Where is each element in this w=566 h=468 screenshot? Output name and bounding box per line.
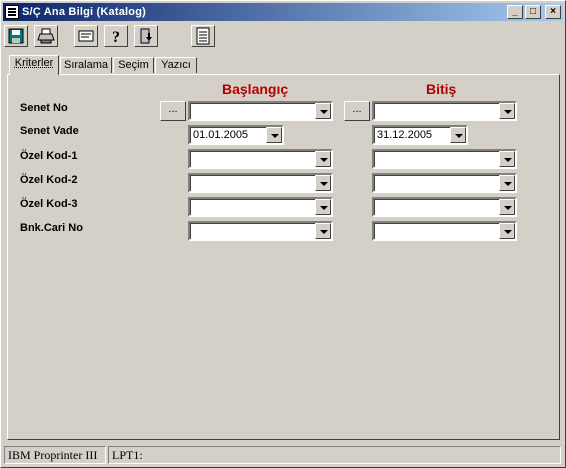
main-window: S/Ç Ana Bilgi (Katalog) _ □ × ? Kriterle… [0, 0, 566, 468]
date-value: 01.01.2005 [193, 129, 249, 141]
document-list-button[interactable] [191, 25, 215, 47]
column-header-end: Bitiş [426, 81, 457, 97]
label-ozel-kod-2: Özel Kod-2 [20, 174, 78, 186]
app-icon [5, 5, 19, 19]
chevron-down-icon[interactable] [266, 127, 282, 143]
title-bar[interactable]: S/Ç Ana Bilgi (Katalog) _ □ × [3, 3, 563, 21]
senet-vade-end-date-picker[interactable]: 31.12.2005 [372, 125, 468, 145]
toolbar: ? [3, 23, 563, 51]
window-title: S/Ç Ana Bilgi (Katalog) [22, 6, 146, 18]
printer-icon [37, 28, 55, 44]
chevron-down-icon[interactable] [450, 127, 466, 143]
chevron-down-icon[interactable] [315, 175, 331, 191]
ozel-kod-2-start-combo[interactable] [188, 173, 333, 193]
bnk-cari-no-start-combo[interactable] [188, 221, 333, 241]
close-button[interactable]: × [545, 5, 561, 19]
bnk-cari-no-end-combo[interactable] [372, 221, 517, 241]
senet-no-end-lookup-button[interactable]: ... [344, 101, 370, 121]
tab-siralama[interactable]: Sıralama [60, 57, 112, 73]
status-port: LPT1: [108, 446, 561, 464]
help-button[interactable]: ? [104, 25, 128, 47]
chevron-down-icon[interactable] [315, 199, 331, 215]
chevron-down-icon[interactable] [499, 199, 515, 215]
label-senet-no: Senet No [20, 102, 68, 114]
label-bnk-cari-no: Bnk.Cari No [20, 222, 83, 234]
senet-no-end-combo[interactable] [372, 101, 517, 121]
svg-text:?: ? [112, 29, 120, 44]
ozel-kod-1-end-combo[interactable] [372, 149, 517, 169]
date-value: 31.12.2005 [377, 129, 433, 141]
document-list-icon [196, 27, 210, 45]
maximize-button[interactable]: □ [525, 5, 541, 19]
senet-vade-start-date-picker[interactable]: 01.01.2005 [188, 125, 284, 145]
chevron-down-icon[interactable] [499, 175, 515, 191]
ozel-kod-2-end-combo[interactable] [372, 173, 517, 193]
chevron-down-icon[interactable] [499, 151, 515, 167]
status-bar: IBM Proprinter III LPT1: [3, 444, 563, 466]
chevron-down-icon[interactable] [315, 223, 331, 239]
status-printer: IBM Proprinter III [4, 446, 106, 464]
exit-door-icon [140, 28, 152, 44]
label-ozel-kod-3: Özel Kod-3 [20, 198, 78, 210]
ozel-kod-1-start-combo[interactable] [188, 149, 333, 169]
chevron-down-icon[interactable] [315, 103, 331, 119]
column-header-start: Başlangıç [222, 81, 289, 97]
save-button[interactable] [4, 25, 28, 47]
exit-button[interactable] [134, 25, 158, 47]
tab-label: Yazıcı [161, 59, 191, 71]
tab-kriterler[interactable]: Kriterler [9, 55, 59, 75]
print-button[interactable] [34, 25, 58, 47]
tab-label: Kriterler [14, 57, 54, 69]
minimize-button[interactable]: _ [507, 5, 523, 19]
senet-no-start-lookup-button[interactable]: ... [160, 101, 186, 121]
tab-secim[interactable]: Seçim [113, 57, 154, 73]
label-ozel-kod-1: Özel Kod-1 [20, 150, 78, 162]
chevron-down-icon[interactable] [499, 223, 515, 239]
ozel-kod-3-end-combo[interactable] [372, 197, 517, 217]
label-senet-vade: Senet Vade [20, 125, 79, 137]
tab-label: Sıralama [63, 59, 109, 71]
help-question-icon: ? [112, 29, 120, 44]
preview-icon [78, 30, 94, 42]
tab-label: Seçim [118, 59, 149, 71]
tab-yazici[interactable]: Yazıcı [155, 57, 197, 73]
chevron-down-icon[interactable] [315, 151, 331, 167]
senet-no-start-combo[interactable] [188, 101, 333, 121]
save-disk-icon [8, 28, 24, 44]
chevron-down-icon[interactable] [499, 103, 515, 119]
ozel-kod-3-start-combo[interactable] [188, 197, 333, 217]
preview-button[interactable] [74, 25, 98, 47]
